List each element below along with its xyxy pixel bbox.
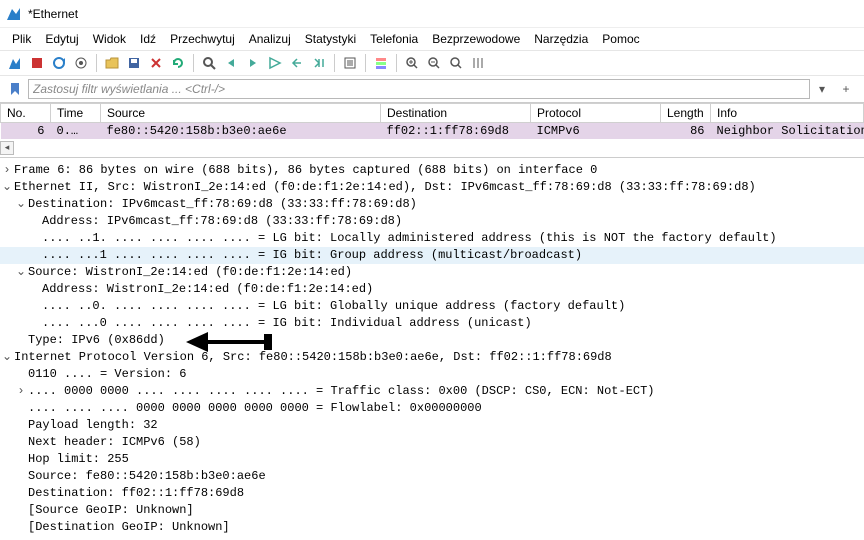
expand-icon[interactable]: › — [0, 162, 14, 179]
collapse-icon[interactable]: ⌄ — [0, 179, 14, 196]
title-bar: *Ethernet — [0, 0, 864, 28]
filter-add-button[interactable]: + — [834, 80, 858, 98]
menu-analyze[interactable]: Analizuj — [243, 30, 297, 48]
ipv6-traffic-class[interactable]: .... 0000 0000 .... .... .... .... .... … — [28, 383, 655, 400]
go-forward-icon[interactable] — [244, 54, 262, 72]
cell-time: 0.… — [51, 123, 101, 140]
ipv6-destination-geoip[interactable]: [Destination GeoIP: Unknown] — [28, 519, 230, 536]
ipv6-payload-length[interactable]: Payload length: 32 — [28, 417, 158, 434]
menu-file[interactable]: Plik — [6, 30, 37, 48]
eth-type[interactable]: Type: IPv6 (0x86dd) — [28, 332, 165, 349]
eth-destination[interactable]: Destination: IPv6mcast_ff:78:69:d8 (33:3… — [28, 196, 417, 213]
go-last-icon[interactable] — [310, 54, 328, 72]
column-header-no[interactable]: No. — [1, 104, 51, 123]
ipv6-next-header[interactable]: Next header: ICMPv6 (58) — [28, 434, 201, 451]
menu-wireless[interactable]: Bezprzewodowe — [426, 30, 526, 48]
ipv6-source-geoip[interactable]: [Source GeoIP: Unknown] — [28, 502, 194, 519]
menu-view[interactable]: Widok — [87, 30, 132, 48]
display-filter-input[interactable] — [28, 79, 810, 99]
packet-list-table: No. Time Source Destination Protocol Len… — [0, 103, 864, 139]
expand-icon[interactable]: › — [14, 383, 28, 400]
auto-scroll-icon[interactable] — [341, 54, 359, 72]
main-toolbar — [0, 51, 864, 76]
filter-bookmark-icon[interactable] — [6, 80, 24, 98]
zoom-in-icon[interactable] — [403, 54, 421, 72]
column-header-length[interactable]: Length — [661, 104, 711, 123]
menu-bar: Plik Edytuj Widok Idź Przechwytuj Analiz… — [0, 28, 864, 51]
packet-row[interactable]: 6 0.… fe80::5420:158b:b3e0:ae6e ff02::1:… — [1, 123, 864, 140]
eth-dst-address[interactable]: Address: IPv6mcast_ff:78:69:d8 (33:33:ff… — [42, 213, 402, 230]
column-header-info[interactable]: Info — [711, 104, 864, 123]
ipv6-flowlabel[interactable]: .... .... .... 0000 0000 0000 0000 0000 … — [28, 400, 482, 417]
eth-source[interactable]: Source: WistronI_2e:14:ed (f0:de:f1:2e:1… — [28, 264, 352, 281]
ipv6-source[interactable]: Source: fe80::5420:158b:b3e0:ae6e — [28, 468, 266, 485]
wireshark-shark-fin-icon — [6, 6, 22, 22]
open-file-icon[interactable] — [103, 54, 121, 72]
ipv6-destination[interactable]: Destination: ff02::1:ff78:69d8 — [28, 485, 244, 502]
zoom-reset-icon[interactable] — [447, 54, 465, 72]
column-header-protocol[interactable]: Protocol — [531, 104, 661, 123]
cell-info: Neighbor Solicitation — [711, 123, 864, 140]
menu-statistics[interactable]: Statystyki — [299, 30, 362, 48]
column-header-destination[interactable]: Destination — [381, 104, 531, 123]
scroll-left-button[interactable]: ◂ — [0, 141, 14, 155]
reload-icon[interactable] — [169, 54, 187, 72]
window-title: *Ethernet — [28, 7, 78, 21]
menu-go[interactable]: Idź — [134, 30, 162, 48]
collapse-icon[interactable]: ⌄ — [14, 196, 28, 213]
eth-src-lg-bit[interactable]: .... ..0. .... .... .... .... = LG bit: … — [42, 298, 625, 315]
resize-columns-icon[interactable] — [469, 54, 487, 72]
menu-telephony[interactable]: Telefonia — [364, 30, 424, 48]
column-header-time[interactable]: Time — [51, 104, 101, 123]
ipv6-summary[interactable]: Internet Protocol Version 6, Src: fe80::… — [14, 349, 612, 366]
cell-destination: ff02::1:ff78:69d8 — [381, 123, 531, 140]
menu-capture[interactable]: Przechwytuj — [164, 30, 241, 48]
frame-summary[interactable]: Frame 6: 86 bytes on wire (688 bits), 86… — [14, 162, 597, 179]
eth-src-ig-bit[interactable]: .... ...0 .... .... .... .... = IG bit: … — [42, 315, 532, 332]
ipv6-hop-limit[interactable]: Hop limit: 255 — [28, 451, 129, 468]
cell-source: fe80::5420:158b:b3e0:ae6e — [101, 123, 381, 140]
menu-help[interactable]: Pomoc — [596, 30, 645, 48]
restart-capture-icon[interactable] — [50, 54, 68, 72]
eth-dst-lg-bit[interactable]: .... ..1. .... .... .... .... = LG bit: … — [42, 230, 777, 247]
menu-edit[interactable]: Edytuj — [39, 30, 84, 48]
collapse-icon[interactable]: ⌄ — [0, 349, 14, 366]
eth-dst-ig-bit[interactable]: .... ...1 .... .... .... .... = IG bit: … — [42, 247, 582, 264]
zoom-out-icon[interactable] — [425, 54, 443, 72]
menu-tools[interactable]: Narzędzia — [528, 30, 594, 48]
cell-length: 86 — [661, 123, 711, 140]
ethernet-summary[interactable]: Ethernet II, Src: WistronI_2e:14:ed (f0:… — [14, 179, 756, 196]
packet-details-pane: ›Frame 6: 86 bytes on wire (688 bits), 8… — [0, 157, 864, 540]
start-capture-icon[interactable] — [6, 54, 24, 72]
save-file-icon[interactable] — [125, 54, 143, 72]
find-packet-icon[interactable] — [200, 54, 218, 72]
column-header-source[interactable]: Source — [101, 104, 381, 123]
collapse-icon[interactable]: ⌄ — [14, 264, 28, 281]
filter-expression-button[interactable]: ▾ — [810, 80, 834, 98]
capture-options-icon[interactable] — [72, 54, 90, 72]
go-to-packet-icon[interactable] — [266, 54, 284, 72]
display-filter-bar: ▾ + — [0, 76, 864, 103]
stop-capture-icon[interactable] — [28, 54, 46, 72]
cell-protocol: ICMPv6 — [531, 123, 661, 140]
go-first-icon[interactable] — [288, 54, 306, 72]
ipv6-version[interactable]: 0110 .... = Version: 6 — [28, 366, 186, 383]
go-back-icon[interactable] — [222, 54, 240, 72]
eth-src-address[interactable]: Address: WistronI_2e:14:ed (f0:de:f1:2e:… — [42, 281, 373, 298]
close-file-icon[interactable] — [147, 54, 165, 72]
cell-no: 6 — [1, 123, 51, 140]
colorize-icon[interactable] — [372, 54, 390, 72]
